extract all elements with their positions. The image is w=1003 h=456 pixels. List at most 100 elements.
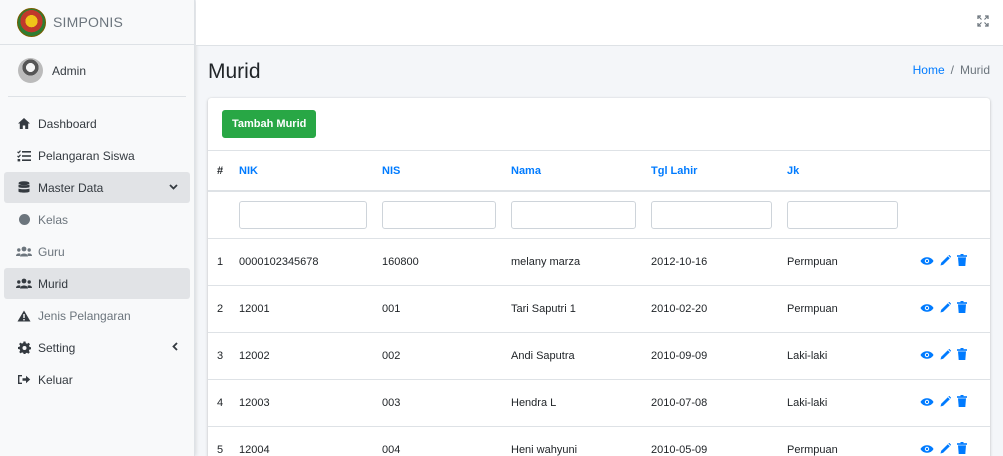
pencil-icon[interactable] xyxy=(940,348,952,363)
cell-actions xyxy=(904,284,990,332)
sidebar-item-murid[interactable]: Murid xyxy=(4,268,190,299)
table-row: 5 12004 004 Heni wahyuni 2010-05-09 Perm… xyxy=(208,425,990,456)
cell-jk: Laki-laki xyxy=(778,378,904,426)
add-murid-button[interactable]: Tambah Murid xyxy=(222,110,317,138)
eye-icon[interactable] xyxy=(920,302,934,316)
trash-icon[interactable] xyxy=(957,442,967,456)
eye-icon[interactable] xyxy=(920,443,934,456)
column-header-nik[interactable]: NIK xyxy=(230,151,373,192)
card-header: Tambah Murid xyxy=(208,98,990,151)
cell-tgl-lahir: 2010-09-09 xyxy=(642,331,778,379)
breadcrumb-home-link[interactable]: Home xyxy=(913,63,945,77)
cell-nama: Heni wahyuni xyxy=(502,425,642,456)
filter-tgl-lahir-input[interactable] xyxy=(651,200,772,229)
cell-actions xyxy=(904,237,990,285)
gear-icon xyxy=(16,341,32,355)
database-icon xyxy=(16,181,32,195)
cell-nama: Hendra L xyxy=(502,378,642,426)
avatar xyxy=(18,58,43,83)
eye-icon[interactable] xyxy=(920,396,934,410)
brand-link[interactable]: SIMPONIS xyxy=(0,0,194,45)
cell-tgl-lahir: 2010-05-09 xyxy=(642,425,778,456)
filter-cell xyxy=(642,190,778,238)
breadcrumb: Home / Murid xyxy=(913,63,990,77)
column-header-actions xyxy=(904,151,990,192)
filter-cell xyxy=(502,190,642,238)
warning-icon xyxy=(16,309,32,323)
breadcrumb-current: Murid xyxy=(959,63,990,77)
cell-actions xyxy=(904,331,990,379)
cell-actions xyxy=(904,425,990,456)
eye-icon[interactable] xyxy=(920,255,934,269)
sidebar-item-label: Jenis Pelangaran xyxy=(38,308,131,323)
murid-table: # NIK NIS Nama Tgl Lahir Jk 1 0000102345… xyxy=(208,151,990,456)
trash-icon[interactable] xyxy=(957,395,967,410)
cell-nik: 12003 xyxy=(230,378,373,426)
sidebar-item-label: Murid xyxy=(38,276,69,291)
sidebar-item-label: Setting xyxy=(38,340,76,355)
pencil-icon[interactable] xyxy=(940,395,952,410)
column-header-jk[interactable]: Jk xyxy=(778,151,904,192)
cell-tgl-lahir: 2012-10-16 xyxy=(642,237,778,285)
cell-jk: Permpuan xyxy=(778,425,904,456)
cell-jk: Laki-laki xyxy=(778,331,904,379)
trash-icon[interactable] xyxy=(957,301,967,316)
cell-nama: Tari Saputri 1 xyxy=(502,284,642,332)
table-row: 1 0000102345678 160800 melany marza 2012… xyxy=(208,237,990,285)
top-navbar xyxy=(196,0,1003,46)
sidebar-item-pelangaran-siswa[interactable]: Pelangaran Siswa xyxy=(4,140,190,171)
trash-icon[interactable] xyxy=(957,254,967,269)
list-icon xyxy=(16,149,32,163)
column-header-tgl-lahir[interactable]: Tgl Lahir xyxy=(642,151,778,192)
sidebar-item-label: Dashboard xyxy=(38,116,97,131)
cell-jk: Permpuan xyxy=(778,284,904,332)
column-header-no: # xyxy=(208,151,230,192)
trash-icon[interactable] xyxy=(957,348,967,363)
sidebar: SIMPONIS Admin Dashboard Pelangaran Sisw… xyxy=(0,0,195,456)
cell-tgl-lahir: 2010-07-08 xyxy=(642,378,778,426)
pencil-icon[interactable] xyxy=(940,254,952,269)
cell-nis: 003 xyxy=(373,378,502,426)
cell-tgl-lahir: 2010-02-20 xyxy=(642,284,778,332)
user-panel[interactable]: Admin xyxy=(8,45,186,97)
content-header: Murid Home / Murid xyxy=(196,46,1003,96)
sidebar-item-master-data[interactable]: Master Data xyxy=(4,172,190,203)
filter-nik-input[interactable] xyxy=(239,200,367,229)
cell-nis: 160800 xyxy=(373,237,502,285)
cell-no: 5 xyxy=(208,425,230,456)
column-header-nama[interactable]: Nama xyxy=(502,151,642,192)
filter-cell-empty xyxy=(904,190,990,238)
brand-name: SIMPONIS xyxy=(53,14,124,30)
murid-card: Tambah Murid # NIK NIS Nama Tgl Lahir Jk xyxy=(208,98,990,456)
chevron-left-icon xyxy=(172,341,178,354)
brand-logo-icon xyxy=(17,7,46,37)
sidebar-item-label: Kelas xyxy=(38,212,69,227)
filter-cell-empty xyxy=(208,190,230,238)
column-header-nis[interactable]: NIS xyxy=(373,151,502,192)
sidebar-item-kelas[interactable]: Kelas xyxy=(4,204,190,235)
sidebar-item-setting[interactable]: Setting xyxy=(4,332,190,363)
sidebar-item-keluar[interactable]: Keluar xyxy=(4,364,190,395)
cell-nama: melany marza xyxy=(502,237,642,285)
pencil-icon[interactable] xyxy=(940,301,952,316)
cell-nama: Andi Saputra xyxy=(502,331,642,379)
cell-nis: 001 xyxy=(373,284,502,332)
user-name: Admin xyxy=(52,63,87,78)
sidebar-item-jenis-pelangaran[interactable]: Jenis Pelangaran xyxy=(4,300,190,331)
eye-icon[interactable] xyxy=(920,349,934,363)
filter-jk-input[interactable] xyxy=(787,200,898,229)
users-icon xyxy=(16,277,32,291)
table-header-row: # NIK NIS Nama Tgl Lahir Jk xyxy=(208,151,990,192)
users-icon xyxy=(16,245,32,259)
sidebar-item-guru[interactable]: Guru xyxy=(4,236,190,267)
cell-jk: Permpuan xyxy=(778,237,904,285)
filter-cell xyxy=(230,190,373,238)
sidebar-item-label: Keluar xyxy=(38,372,73,387)
filter-nis-input[interactable] xyxy=(382,200,496,229)
fullscreen-icon[interactable] xyxy=(977,15,989,30)
sidebar-item-label: Master Data xyxy=(38,180,104,195)
filter-nama-input[interactable] xyxy=(511,200,636,229)
sidebar-item-dashboard[interactable]: Dashboard xyxy=(4,108,190,139)
cell-nik: 0000102345678 xyxy=(230,237,373,285)
pencil-icon[interactable] xyxy=(940,442,952,456)
